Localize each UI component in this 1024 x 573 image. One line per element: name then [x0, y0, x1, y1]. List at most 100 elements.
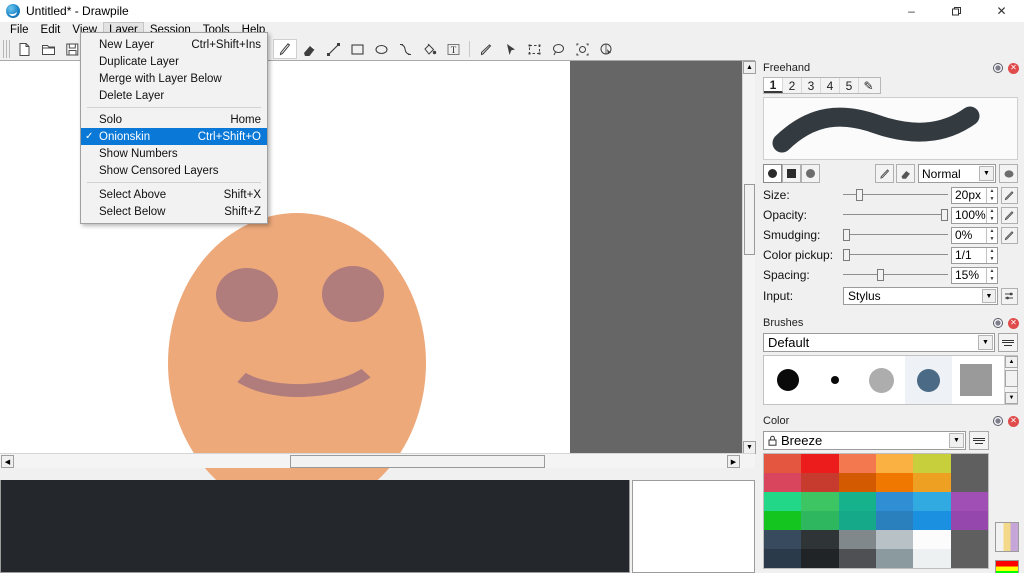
swatch[interactable] — [950, 549, 988, 568]
menu-item-merge-with-layer-below[interactable]: Merge with Layer Below — [81, 70, 267, 87]
swatch[interactable] — [801, 473, 839, 492]
flood-fill-tool-icon[interactable] — [417, 39, 441, 59]
maximize-button[interactable] — [934, 0, 979, 22]
user-list-panel[interactable] — [632, 480, 755, 573]
swatch[interactable] — [875, 454, 914, 473]
swatch[interactable] — [801, 511, 839, 530]
close-panel-icon[interactable]: ✕ — [1007, 415, 1020, 428]
brush-slot-2[interactable]: 2 — [783, 78, 802, 93]
menu-file[interactable]: File — [4, 22, 35, 38]
spacing-slider[interactable] — [843, 266, 948, 284]
swatch[interactable] — [950, 511, 988, 530]
opacity-slider[interactable] — [843, 206, 948, 224]
color-pickup-value-field[interactable]: 1/1 ▲ ▼ — [951, 246, 998, 264]
palette-menu-icon[interactable] — [969, 431, 989, 450]
menu-edit[interactable]: Edit — [35, 22, 67, 38]
menu-item-show-numbers[interactable]: Show Numbers — [81, 145, 267, 162]
swatch[interactable] — [764, 549, 802, 568]
brush-preset-blue-round[interactable] — [905, 356, 952, 404]
freehand-tool-icon[interactable] — [273, 39, 297, 59]
swatch[interactable] — [950, 492, 988, 511]
brush-scroll-down-icon[interactable]: ▼ — [1005, 392, 1018, 404]
swatch[interactable] — [913, 530, 951, 549]
swatch[interactable] — [838, 492, 876, 511]
canvas-vertical-scrollbar[interactable]: ▲ ▼ — [742, 61, 756, 454]
swatch[interactable] — [950, 454, 988, 473]
swatch[interactable] — [838, 549, 876, 568]
brush-preset-black-small[interactable] — [811, 356, 858, 404]
menu-item-duplicate-layer[interactable]: Duplicate Layer — [81, 53, 267, 70]
menu-item-onionskin[interactable]: ✓ Onionskin Ctrl+Shift+O — [81, 128, 267, 145]
vertical-scroll-thumb[interactable] — [744, 184, 755, 255]
spacing-value-field[interactable]: 15% ▲ ▼ — [951, 266, 998, 284]
scroll-up-arrow-icon[interactable]: ▲ — [743, 61, 756, 74]
swatch[interactable] — [764, 511, 802, 530]
smudging-dynamics-icon[interactable] — [1001, 226, 1018, 244]
close-panel-icon[interactable]: ✕ — [1007, 62, 1020, 75]
toolbar-grip[interactable] — [3, 40, 10, 58]
menu-item-solo[interactable]: Solo Home — [81, 111, 267, 128]
size-dynamics-icon[interactable] — [1001, 186, 1018, 204]
blend-mode-select[interactable]: Normal ▼ — [918, 164, 996, 183]
swatch[interactable] — [913, 511, 951, 530]
swatch[interactable] — [801, 454, 839, 473]
brush-menu-icon[interactable] — [998, 333, 1018, 352]
swatch[interactable] — [875, 530, 914, 549]
swatch[interactable] — [875, 511, 914, 530]
swatch[interactable] — [838, 454, 876, 473]
swatch[interactable] — [950, 473, 988, 492]
chevron-down-icon[interactable]: ▼ — [982, 289, 996, 303]
swatch[interactable] — [875, 549, 914, 568]
eraser-tool-icon[interactable] — [297, 39, 321, 59]
open-folder-icon[interactable] — [36, 39, 60, 59]
blob-recolor-icon[interactable] — [999, 164, 1018, 183]
lasso-select-tool-icon[interactable] — [546, 39, 570, 59]
chevron-down-icon[interactable]: ▼ — [978, 335, 993, 350]
swatch[interactable] — [913, 454, 951, 473]
text-tool-icon[interactable]: T — [441, 39, 465, 59]
zoom-tool-icon[interactable] — [594, 39, 618, 59]
ellipse-tool-icon[interactable] — [369, 39, 393, 59]
new-document-icon[interactable] — [12, 39, 36, 59]
swatch[interactable] — [764, 473, 802, 492]
canvas-horizontal-scrollbar[interactable]: ◀ ▶ — [0, 453, 755, 468]
palette-select[interactable]: Breeze ▼ — [763, 431, 966, 450]
eraser-mode-icon[interactable] — [896, 164, 915, 183]
color-pickup-slider[interactable] — [843, 246, 948, 264]
swatch[interactable] — [913, 492, 951, 511]
swatch[interactable] — [801, 530, 839, 549]
close-button[interactable]: ✕ — [979, 0, 1024, 22]
color-spectrum-tab-icon[interactable] — [995, 560, 1019, 573]
brush-slot-3[interactable]: 3 — [802, 78, 821, 93]
brush-preset-select[interactable]: Default ▼ — [763, 333, 995, 352]
minimize-button[interactable]: – — [889, 0, 934, 22]
size-value-field[interactable]: 20px ▲ ▼ — [951, 186, 998, 204]
swatch[interactable] — [875, 473, 914, 492]
float-panel-icon[interactable] — [991, 62, 1004, 75]
rect-select-tool-icon[interactable] — [522, 39, 546, 59]
pointer-tool-icon[interactable] — [498, 39, 522, 59]
swatch[interactable] — [838, 511, 876, 530]
brush-scroll-thumb[interactable] — [1005, 370, 1018, 387]
chevron-down-icon[interactable]: ▼ — [979, 166, 994, 181]
swatch[interactable] — [950, 530, 988, 549]
menu-item-select-above[interactable]: Select Above Shift+X — [81, 186, 267, 203]
swatch[interactable] — [913, 549, 951, 568]
pen-mode-icon[interactable] — [875, 164, 894, 183]
menu-item-delete-layer[interactable]: Delete Layer — [81, 87, 267, 104]
scroll-right-arrow-icon[interactable]: ▶ — [727, 455, 740, 468]
brush-slot-4[interactable]: 4 — [821, 78, 840, 93]
size-slider[interactable] — [843, 186, 948, 204]
brush-slot-eraser-icon[interactable]: ✎ — [859, 78, 878, 93]
menu-item-select-below[interactable]: Select Below Shift+Z — [81, 203, 267, 220]
swatch[interactable] — [764, 530, 802, 549]
opacity-value-field[interactable]: 100% ▲ ▼ — [951, 206, 998, 224]
soft-round-brush-icon[interactable] — [763, 164, 782, 183]
close-panel-icon[interactable]: ✕ — [1007, 317, 1020, 330]
line-tool-icon[interactable] — [321, 39, 345, 59]
opacity-dynamics-icon[interactable] — [1001, 206, 1018, 224]
swatch[interactable] — [838, 530, 876, 549]
float-panel-icon[interactable] — [991, 317, 1004, 330]
chevron-down-icon[interactable]: ▼ — [949, 433, 964, 448]
soft-brush-icon[interactable] — [801, 164, 820, 183]
